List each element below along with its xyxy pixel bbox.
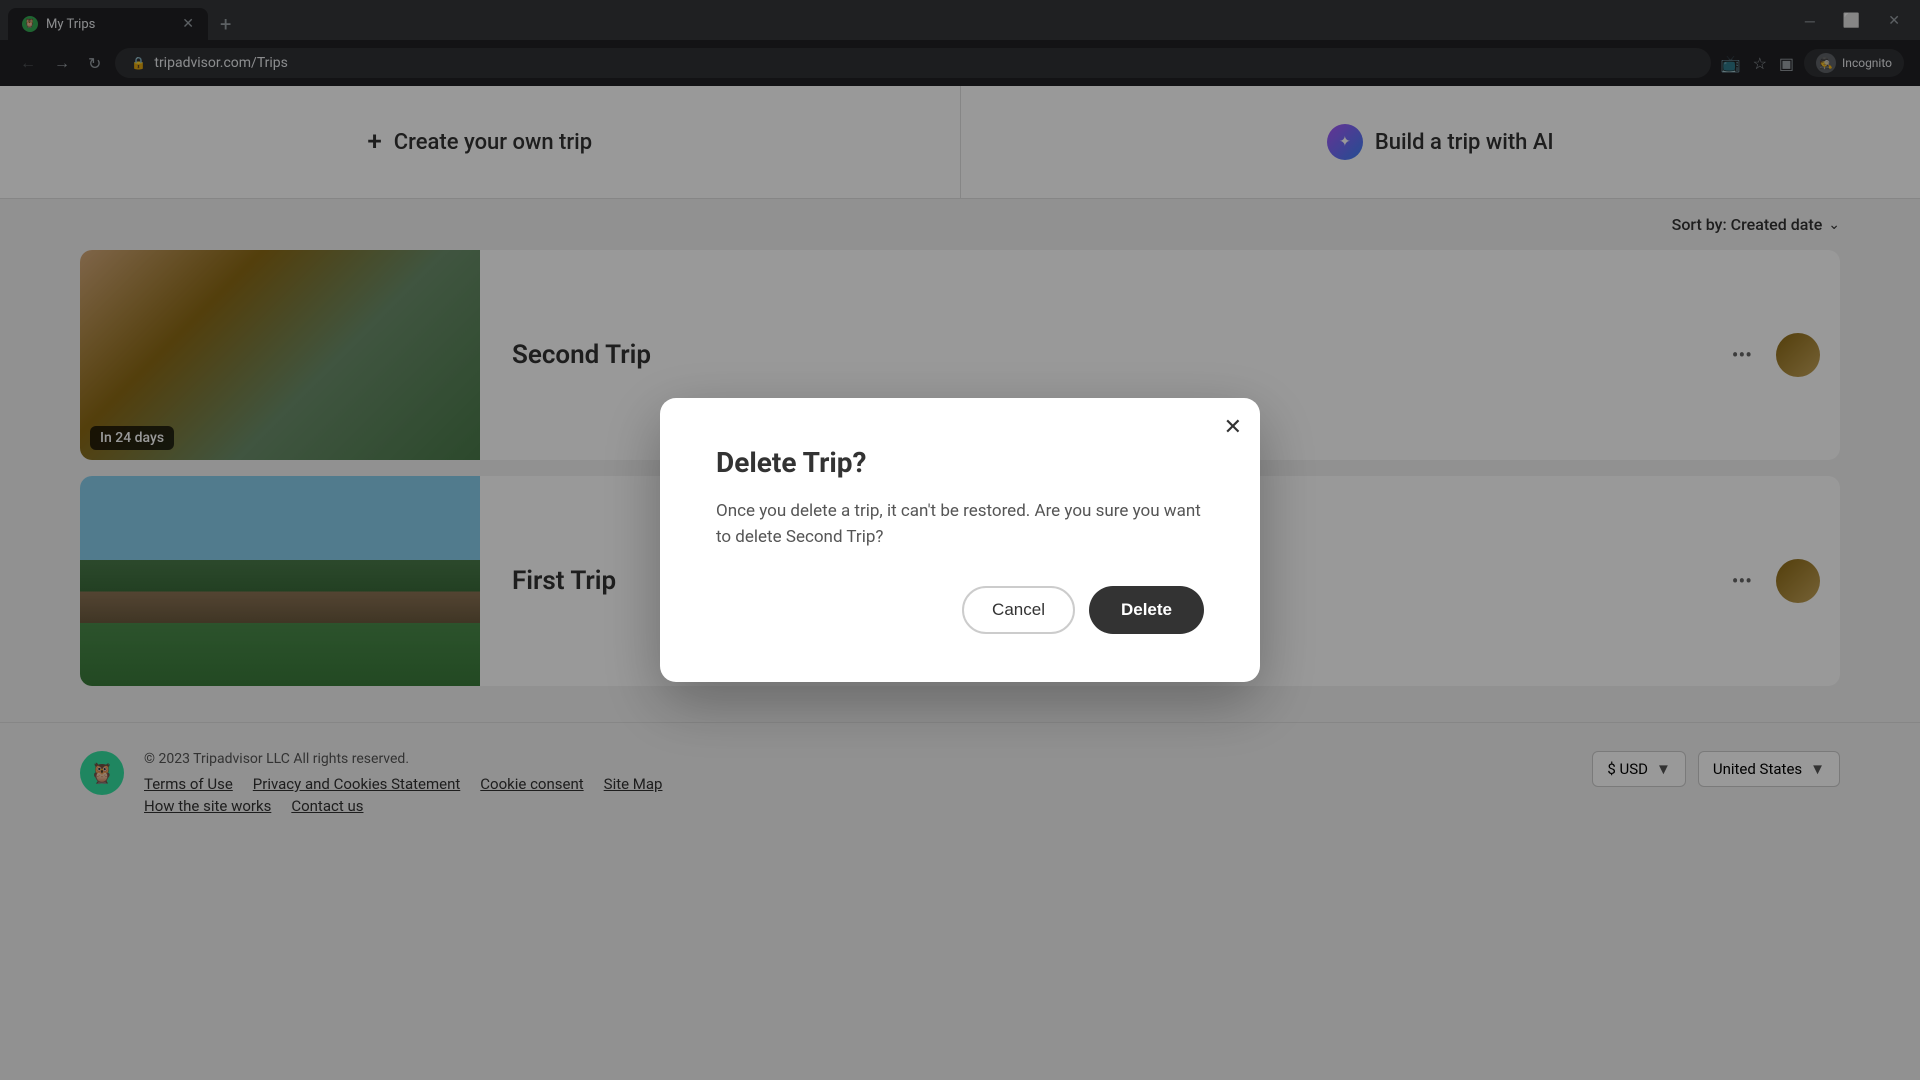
modal-body: Once you delete a trip, it can't be rest…: [716, 499, 1204, 550]
modal-overlay[interactable]: ✕ Delete Trip? Once you delete a trip, i…: [0, 0, 1920, 1080]
modal-title: Delete Trip?: [716, 446, 1204, 479]
modal-close-button[interactable]: ✕: [1224, 416, 1242, 438]
cancel-button[interactable]: Cancel: [962, 586, 1075, 634]
delete-trip-modal: ✕ Delete Trip? Once you delete a trip, i…: [660, 398, 1260, 682]
delete-button[interactable]: Delete: [1089, 586, 1204, 634]
modal-actions: Cancel Delete: [716, 586, 1204, 634]
